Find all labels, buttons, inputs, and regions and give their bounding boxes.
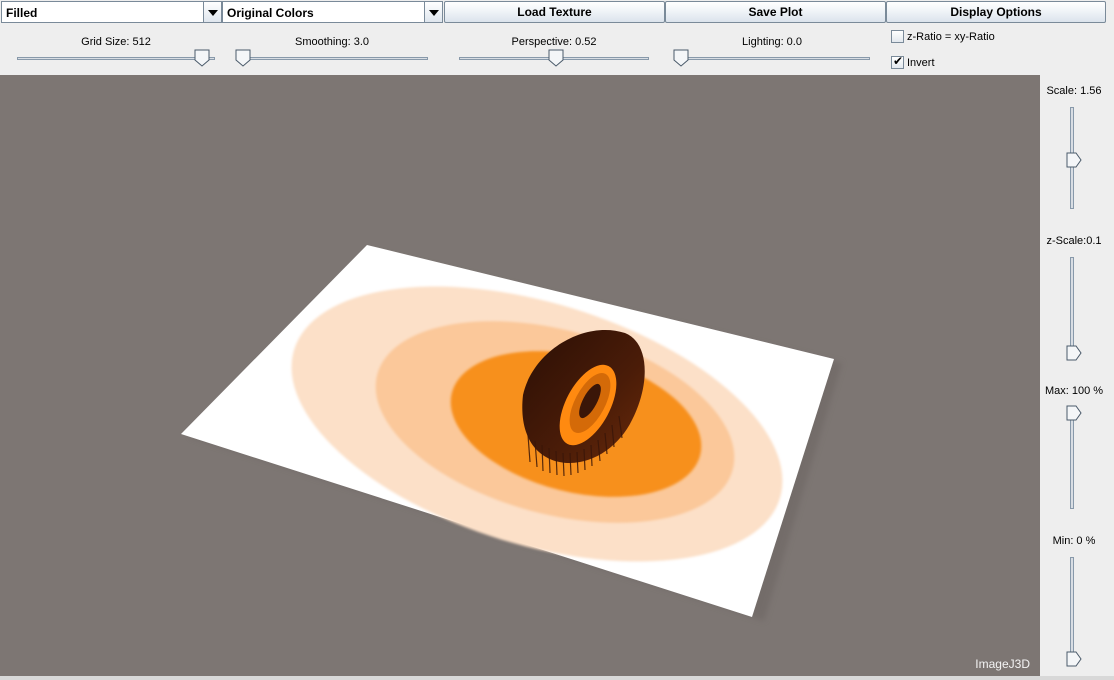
grid-size-slider[interactable] xyxy=(17,57,215,60)
scale-slider-thumb[interactable] xyxy=(1066,152,1082,168)
max-slider-thumb[interactable] xyxy=(1066,405,1082,421)
toolbar: Filled Original Colors Load Texture Save… xyxy=(0,0,1114,25)
right-panel: Scale: 1.56 z-Scale:0.1 Max: 100 % Min: … xyxy=(1040,75,1114,680)
invert-label: Invert xyxy=(907,57,935,69)
surface-plot xyxy=(181,245,842,621)
scale-label: Scale: 1.56 xyxy=(1046,85,1102,97)
z-ratio-checkbox[interactable] xyxy=(891,30,904,43)
grid-size-slider-thumb[interactable] xyxy=(194,49,210,67)
max-slider[interactable] xyxy=(1070,407,1074,509)
render-mode-value: Filled xyxy=(6,6,38,20)
color-mode-value: Original Colors xyxy=(227,6,314,20)
perspective-slider-thumb[interactable] xyxy=(548,49,564,67)
min-slider-thumb[interactable] xyxy=(1066,651,1082,667)
z-ratio-label: z-Ratio = xy-Ratio xyxy=(907,31,995,43)
window-bottom-border xyxy=(0,676,1114,680)
grid-size-label: Grid Size: 512 xyxy=(81,36,151,48)
smoothing-slider[interactable] xyxy=(236,57,428,60)
max-label: Max: 100 % xyxy=(1044,385,1104,397)
z-scale-slider[interactable] xyxy=(1070,257,1074,359)
load-texture-button[interactable]: Load Texture xyxy=(444,1,665,23)
min-slider[interactable] xyxy=(1070,557,1074,665)
imagej3d-watermark: ImageJ3D xyxy=(975,657,1030,671)
plot-canvas[interactable]: ImageJ3D xyxy=(0,75,1040,676)
z-scale-slider-thumb[interactable] xyxy=(1066,345,1082,361)
checkmark-icon: ✔ xyxy=(893,54,904,68)
render-mode-dropdown[interactable]: Filled xyxy=(1,1,222,23)
perspective-label: Perspective: 0.52 xyxy=(511,36,597,48)
chevron-down-icon[interactable] xyxy=(203,2,221,22)
lighting-slider-thumb[interactable] xyxy=(673,49,689,67)
color-mode-dropdown[interactable]: Original Colors xyxy=(222,1,443,23)
chevron-down-icon[interactable] xyxy=(424,2,442,22)
display-options-button[interactable]: Display Options xyxy=(886,1,1106,23)
smoothing-slider-thumb[interactable] xyxy=(235,49,251,67)
min-label: Min: 0 % xyxy=(1052,535,1096,547)
smoothing-label: Smoothing: 3.0 xyxy=(295,36,369,48)
lighting-label: Lighting: 0.0 xyxy=(742,36,802,48)
lighting-slider[interactable] xyxy=(674,57,870,60)
slider-row: Grid Size: 512 Smoothing: 3.0 Perspectiv… xyxy=(0,25,1114,75)
invert-checkbox[interactable]: ✔ xyxy=(891,54,904,69)
save-plot-button[interactable]: Save Plot xyxy=(665,1,886,23)
z-scale-label: z-Scale:0.1 xyxy=(1046,235,1102,247)
